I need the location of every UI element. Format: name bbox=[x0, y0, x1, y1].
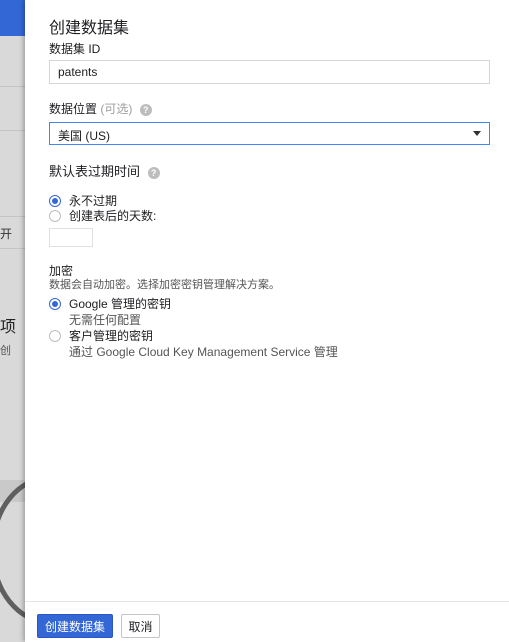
encryption-option-google[interactable]: Google 管理的密钥 bbox=[49, 295, 171, 312]
help-icon[interactable]: ? bbox=[147, 166, 160, 179]
radio-button-checked[interactable] bbox=[49, 297, 61, 310]
encryption-option-customer[interactable]: 客户管理的密钥 bbox=[49, 327, 153, 344]
background-divider bbox=[0, 216, 25, 217]
location-select[interactable]: 美国 (US) bbox=[49, 122, 490, 145]
location-label: 数据位置 bbox=[49, 102, 98, 116]
background-text-wenjian: 件创 bbox=[0, 345, 11, 357]
background-header-bar bbox=[0, 0, 25, 36]
radio-button[interactable] bbox=[49, 209, 61, 222]
footer-divider bbox=[25, 601, 509, 602]
radio-button-checked[interactable] bbox=[49, 194, 61, 207]
location-optional-hint: (可选) bbox=[100, 102, 133, 116]
background-text-kai: 展开 bbox=[0, 227, 13, 241]
cancel-button[interactable]: 取消 bbox=[121, 614, 160, 638]
panel-title: 创建数据集 bbox=[49, 20, 130, 37]
radio-button[interactable] bbox=[49, 329, 61, 342]
encryption-option-google-label: Google 管理的密钥 bbox=[69, 297, 172, 311]
background-page: 展开 比项 件创 bbox=[0, 0, 25, 642]
encryption-option-customer-sub: 通过 Google Cloud Key Management Service 管… bbox=[69, 345, 338, 359]
expiration-label-row: 默认表过期时间 ? bbox=[49, 161, 160, 180]
expiration-days-input[interactable] bbox=[49, 228, 93, 247]
dataset-id-input[interactable] bbox=[50, 61, 489, 83]
expiration-option-days[interactable]: 创建表后的天数: bbox=[49, 207, 156, 224]
help-icon[interactable]: ? bbox=[139, 103, 152, 116]
dataset-id-label: 数据集 ID bbox=[49, 42, 101, 56]
location-label-row: 数据位置 (可选) ? bbox=[49, 100, 152, 117]
create-dataset-panel: 创建数据集 数据集 ID 数据位置 (可选) ? 美国 (US) 默认表过期时间… bbox=[25, 0, 509, 642]
background-divider bbox=[0, 86, 25, 87]
encryption-description: 数据会自动加密。选择加密密钥管理解决方案。 bbox=[49, 279, 280, 291]
expiration-option-days-label: 创建表后的天数: bbox=[69, 209, 157, 223]
background-divider bbox=[0, 130, 25, 131]
dataset-id-field[interactable] bbox=[49, 60, 490, 84]
background-text-cixiang: 比项 bbox=[0, 319, 17, 336]
location-selected-value: 美国 (US) bbox=[58, 129, 110, 143]
background-divider bbox=[0, 248, 25, 249]
dropdown-caret-icon bbox=[473, 131, 481, 136]
create-dataset-button[interactable]: 创建数据集 bbox=[37, 614, 113, 638]
encryption-option-customer-label: 客户管理的密钥 bbox=[69, 329, 154, 343]
encryption-option-google-sub: 无需任何配置 bbox=[69, 313, 142, 327]
expiration-label: 默认表过期时间 bbox=[49, 164, 141, 179]
